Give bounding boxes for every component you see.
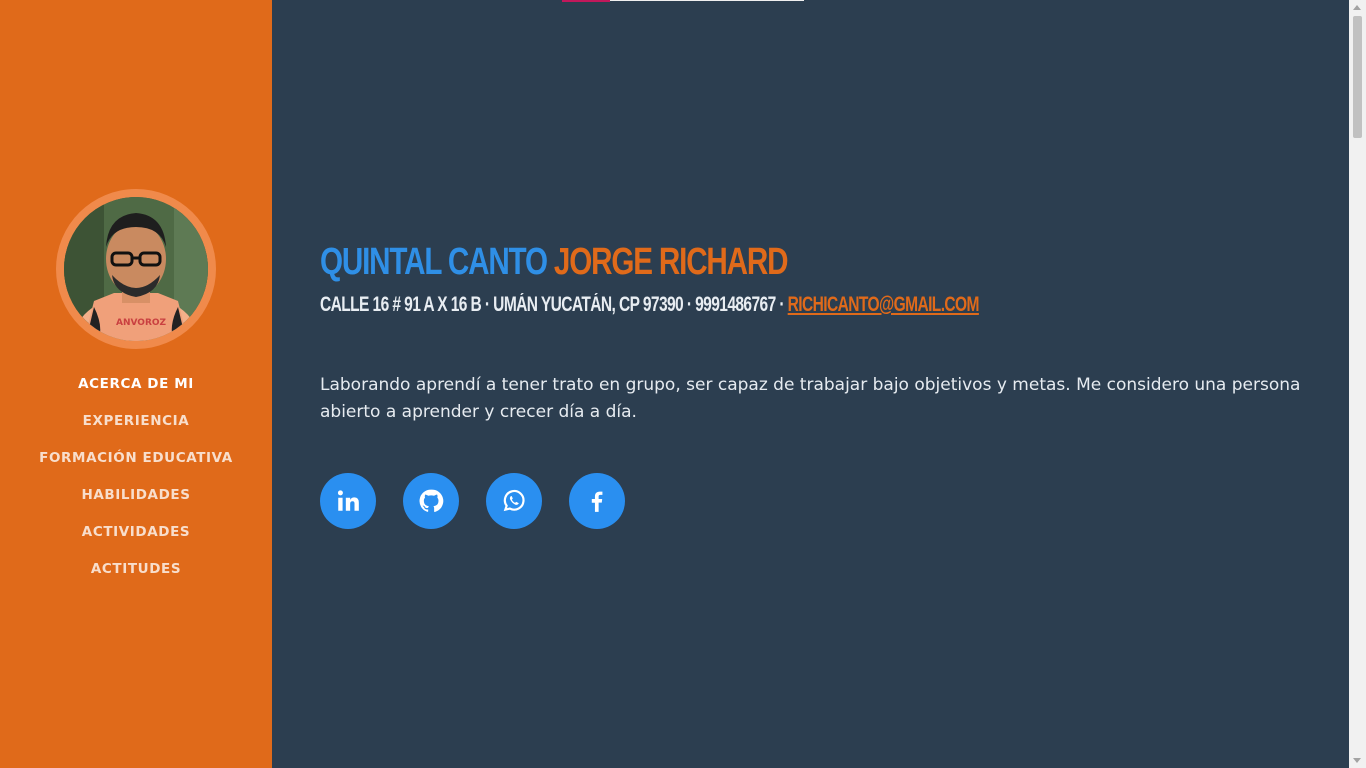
github-icon <box>419 489 444 512</box>
scroll-down-arrow-icon[interactable] <box>1353 758 1361 763</box>
nav-item-habilidades: HABILIDADES <box>0 483 272 520</box>
nav-item-acerca: ACERCA DE MI <box>0 372 272 409</box>
top-accent-bar <box>562 0 610 2</box>
nav-link-actitudes[interactable]: ACTITUDES <box>91 557 181 581</box>
email-link[interactable]: RICHICANTO@GMAIL.COM <box>788 293 980 316</box>
scrollbar[interactable] <box>1349 0 1366 768</box>
nav-item-experiencia: EXPERIENCIA <box>0 409 272 446</box>
github-button[interactable] <box>403 473 459 529</box>
avatar-ring: ANVOROZ <box>56 189 216 349</box>
main-content: QUINTAL CANTO JORGE RICHARD CALLE 16 # 9… <box>272 0 1349 768</box>
last-name: JORGE RICHARD <box>553 241 789 283</box>
scrollbar-thumb[interactable] <box>1353 16 1362 138</box>
avatar[interactable]: ANVOROZ <box>64 197 208 341</box>
nav-item-formacion: FORMACIÓN EDUCATIVA <box>0 446 272 483</box>
avatar-photo: ANVOROZ <box>64 197 208 341</box>
top-white-bar <box>610 0 804 1</box>
nav-link-habilidades[interactable]: HABILIDADES <box>81 483 190 507</box>
whatsapp-button[interactable] <box>486 473 542 529</box>
about-paragraph: Laborando aprendí a tener trato en grupo… <box>320 375 1301 422</box>
linkedin-button[interactable] <box>320 473 376 529</box>
svg-text:ANVOROZ: ANVOROZ <box>116 318 167 328</box>
nav-item-actitudes: ACTITUDES <box>0 557 272 594</box>
nav-link-actividades[interactable]: ACTIVIDADES <box>82 520 190 544</box>
whatsapp-icon <box>503 489 525 512</box>
address-text: CALLE 16 # 91 A X 16 B · UMÁN YUCATÁN, C… <box>320 293 788 316</box>
facebook-icon <box>591 491 603 512</box>
linkedin-icon <box>337 490 359 511</box>
scroll-up-arrow-icon[interactable] <box>1353 5 1361 10</box>
page-title: QUINTAL CANTO JORGE RICHARD <box>320 240 789 284</box>
nav-link-experiencia[interactable]: EXPERIENCIA <box>83 409 190 433</box>
nav-item-actividades: ACTIVIDADES <box>0 520 272 557</box>
sidebar: ANVOROZ ACERCA DE MI EXPERIENCIA FORMACI… <box>0 0 272 768</box>
first-name: QUINTAL CANTO <box>320 241 548 283</box>
social-icons <box>320 473 625 529</box>
nav-link-formacion-educativa[interactable]: FORMACIÓN EDUCATIVA <box>39 446 233 470</box>
sidebar-nav: ACERCA DE MI EXPERIENCIA FORMACIÓN EDUCA… <box>0 372 272 594</box>
contact-line: CALLE 16 # 91 A X 16 B · UMÁN YUCATÁN, C… <box>320 292 979 318</box>
nav-link-acerca-de-mi[interactable]: ACERCA DE MI <box>78 372 194 396</box>
facebook-button[interactable] <box>569 473 625 529</box>
